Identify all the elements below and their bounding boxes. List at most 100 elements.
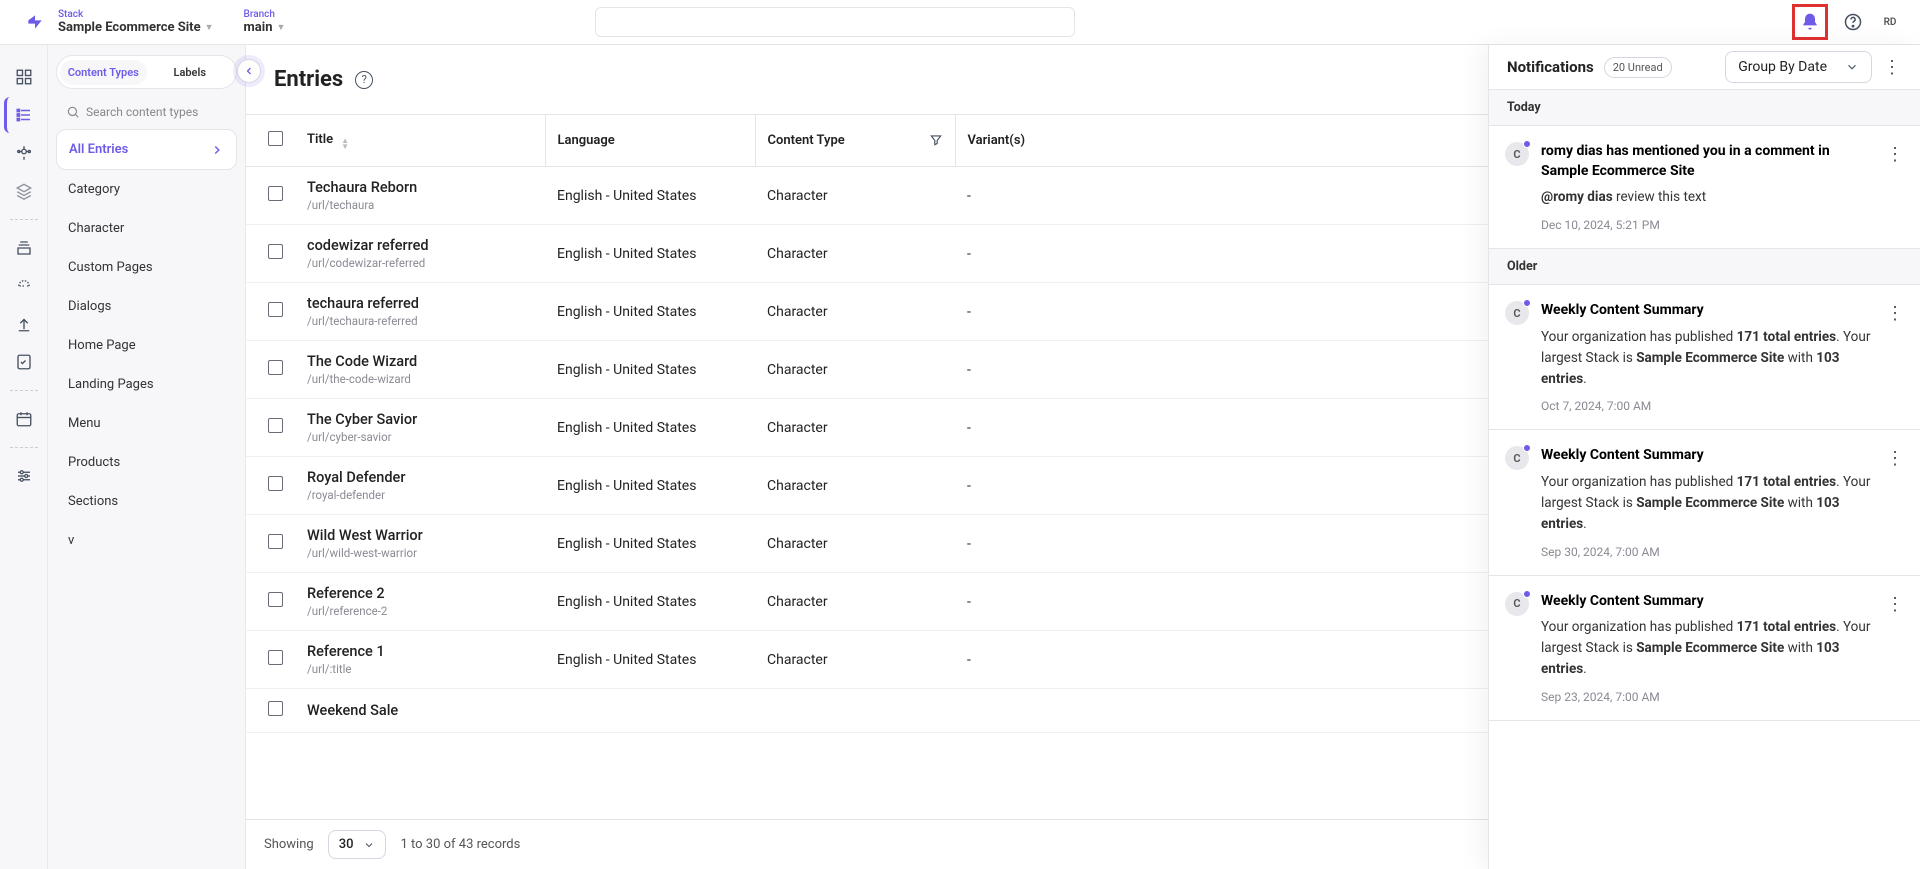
rail-releases-icon[interactable] (6, 268, 42, 304)
tab-labels[interactable]: Labels (147, 60, 234, 85)
rail-publish-icon[interactable] (6, 306, 42, 342)
user-avatar[interactable]: RD (1878, 10, 1902, 34)
notification-item[interactable]: CWeekly Content SummaryYour organization… (1489, 430, 1920, 575)
row-checkbox[interactable] (268, 701, 283, 716)
sidebar-item[interactable]: Character (56, 209, 237, 248)
notification-item[interactable]: Cromy dias has mentioned you in a commen… (1489, 126, 1920, 249)
notification-timestamp: Dec 10, 2024, 5:21 PM (1541, 218, 1874, 232)
entry-content-type: Character (755, 515, 955, 573)
row-checkbox[interactable] (268, 360, 283, 375)
rail-tasks-icon[interactable] (6, 344, 42, 380)
sidebar-item[interactable]: Landing Pages (56, 365, 237, 404)
branch-label: Branch (244, 9, 286, 20)
row-checkbox[interactable] (268, 186, 283, 201)
notification-menu-button[interactable]: ⋮ (1886, 446, 1904, 558)
notification-text: @romy dias review this text (1541, 187, 1874, 208)
rail-dashboard-icon[interactable] (6, 59, 42, 95)
content-type-sidebar: Content Types Labels Search content type… (48, 45, 246, 869)
rail-settings-icon[interactable] (6, 458, 42, 494)
entry-content-type: Character (755, 167, 955, 225)
row-checkbox[interactable] (268, 244, 283, 259)
col-title[interactable]: Title (307, 132, 333, 147)
unread-dot-icon (1523, 299, 1531, 307)
sidebar-item-label: Home Page (68, 338, 136, 353)
entry-url: /url/the-code-wizard (307, 372, 533, 386)
unread-count-badge[interactable]: 20 Unread (1604, 57, 1672, 78)
global-search-input[interactable] (595, 7, 1075, 37)
page-size-dropdown[interactable]: 30 (328, 830, 387, 859)
notification-section-label: Today (1489, 90, 1920, 126)
sidebar-item-label: All Entries (69, 142, 128, 157)
notifications-menu-button[interactable]: ⋮ (1882, 53, 1902, 81)
sidebar-item[interactable]: Products (56, 443, 237, 482)
stack-selector[interactable]: Sample Ecommerce Site ▼ (58, 20, 214, 35)
rail-media-icon[interactable] (6, 230, 42, 266)
sidebar-item-label: Custom Pages (68, 260, 153, 275)
group-by-dropdown[interactable]: Group By Date (1725, 51, 1872, 83)
stack-label: Stack (58, 9, 214, 20)
notification-avatar: C (1505, 301, 1529, 325)
page-size-value: 30 (339, 837, 354, 852)
notification-item[interactable]: CWeekly Content SummaryYour organization… (1489, 285, 1920, 430)
left-navigation-rail (0, 45, 48, 869)
rail-assets-icon[interactable] (6, 173, 42, 209)
entry-title: The Cyber Savior (307, 411, 533, 428)
sidebar-item[interactable]: v (56, 521, 237, 560)
entry-url: /url/techaura (307, 198, 533, 212)
select-all-checkbox[interactable] (268, 131, 283, 146)
row-checkbox[interactable] (268, 418, 283, 433)
notifications-bell-icon[interactable] (1799, 11, 1821, 33)
sidebar-item[interactable]: Category (56, 170, 237, 209)
sidebar-item[interactable]: All Entries (56, 129, 237, 170)
entry-title: Techaura Reborn (307, 179, 533, 196)
sort-icon[interactable]: ▲▼ (341, 138, 349, 150)
notification-heading: Weekly Content Summary (1541, 592, 1874, 612)
sidebar-item-label: Menu (68, 416, 101, 431)
entry-language: English - United States (545, 457, 755, 515)
caret-down-icon: ▼ (205, 22, 214, 33)
product-logo[interactable] (24, 11, 46, 33)
row-checkbox[interactable] (268, 650, 283, 665)
sidebar-item[interactable]: Dialogs (56, 287, 237, 326)
notification-menu-button[interactable]: ⋮ (1886, 301, 1904, 413)
sidebar-search-input[interactable]: Search content types (56, 95, 237, 129)
row-checkbox[interactable] (268, 476, 283, 491)
notification-text: Your organization has published 171 tota… (1541, 617, 1874, 680)
help-icon[interactable] (1842, 11, 1864, 33)
notification-menu-button[interactable]: ⋮ (1886, 592, 1904, 704)
caret-down-icon: ▼ (276, 22, 285, 33)
page-help-icon[interactable]: ? (355, 71, 373, 89)
row-checkbox[interactable] (268, 534, 283, 549)
entry-url: /url/codewizar-referred (307, 256, 533, 270)
notification-avatar: C (1505, 446, 1529, 470)
branch-selector[interactable]: main ▼ (244, 20, 286, 35)
sidebar-item[interactable]: Menu (56, 404, 237, 443)
rail-entries-icon[interactable] (4, 97, 40, 133)
entry-content-type: Character (755, 341, 955, 399)
entry-url: /url/:title (307, 662, 533, 676)
entry-title: Weekend Sale (307, 702, 533, 719)
branch-name: main (244, 20, 273, 35)
sidebar-item-label: v (68, 533, 74, 548)
row-checkbox[interactable] (268, 302, 283, 317)
tab-content-types[interactable]: Content Types (60, 60, 147, 85)
row-checkbox[interactable] (268, 592, 283, 607)
entry-language: English - United States (545, 631, 755, 689)
filter-icon[interactable] (929, 133, 943, 147)
sidebar-item[interactable]: Sections (56, 482, 237, 521)
col-language[interactable]: Language (545, 115, 755, 167)
entry-url: /url/wild-west-warrior (307, 546, 533, 560)
entry-title: techaura referred (307, 295, 533, 312)
col-content-type[interactable]: Content Type (768, 133, 845, 148)
entry-language: English - United States (545, 283, 755, 341)
notification-text: Your organization has published 171 tota… (1541, 327, 1874, 390)
notification-menu-button[interactable]: ⋮ (1886, 142, 1904, 232)
rail-content-model-icon[interactable] (6, 135, 42, 171)
collapse-sidebar-button[interactable] (237, 59, 261, 83)
sidebar-item[interactable]: Custom Pages (56, 248, 237, 287)
notification-heading: Weekly Content Summary (1541, 446, 1874, 466)
rail-calendar-icon[interactable] (6, 401, 42, 437)
notification-item[interactable]: CWeekly Content SummaryYour organization… (1489, 576, 1920, 721)
sidebar-item[interactable]: Home Page (56, 326, 237, 365)
unread-dot-icon (1523, 140, 1531, 148)
